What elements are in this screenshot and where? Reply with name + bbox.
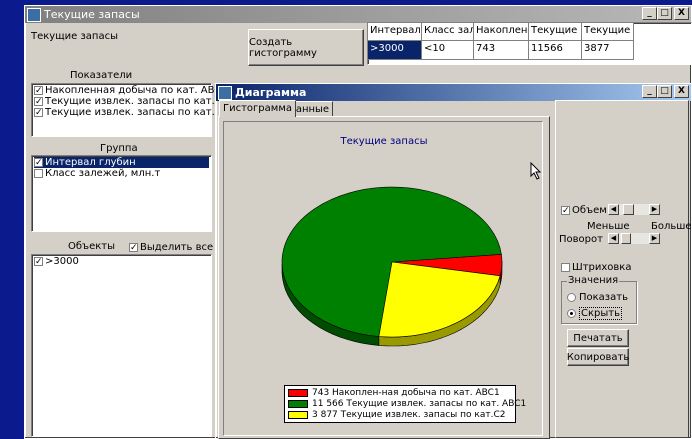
rotation-slider-thumb[interactable] [621,233,631,244]
legend-entry: 743 Накоплен-ная добыча по кат. ABC1 [288,387,512,398]
diagram-window-title: Диаграмма [235,86,307,99]
legend-label: 3 877 Текущие извлек. запасы по кат.C2 [312,409,506,420]
rotation-label: Поворот [559,234,603,245]
grid-cell[interactable]: 743 [474,41,529,60]
grid-cell[interactable]: 11566 [529,41,582,60]
caption-label: Текущие запасы [31,31,118,42]
chart-legend: 743 Накоплен-ная добыча по кат. ABC1 11 5… [284,385,526,423]
hatching-label: Штриховка [572,262,632,273]
chart-panel: Текущие запасы 743 Накоплен-ная добыча п… [218,116,550,439]
mouse-cursor-icon [530,162,542,180]
group-label: Группа [100,143,138,154]
hatching-check-icon [561,263,570,272]
group-list[interactable]: Интервал глубинКласс залежей, млн.т [31,155,212,232]
diagram-maximize-button[interactable]: □ [657,85,672,98]
legend-entry: 3 877 Текущие извлек. запасы по кат.C2 [288,409,512,420]
volume-slider[interactable]: ◀ ▶ [608,204,660,215]
minimize-button[interactable]: _ [642,7,657,20]
legend-label: 11 566 Текущие извлек. запасы по кат. AB… [312,398,527,409]
group-check-icon[interactable] [34,158,43,167]
maximize-button[interactable]: □ [657,7,672,20]
indicators-label: Показатели [70,70,133,81]
volume-left-arrow-icon[interactable]: ◀ [608,204,619,215]
grid-header-cell[interactable]: Накоплен-на [474,23,529,41]
create-histogram-button[interactable]: Создать гистограмму [248,29,364,66]
grid-header-cell[interactable]: Текущие изв [529,23,582,41]
volume-label: Объем [572,205,607,216]
more-label: Больше [651,221,692,232]
hide-label: Скрыть [579,307,622,320]
show-radio[interactable]: Показать [567,292,628,303]
legend-entry: 11 566 Текущие извлек. запасы по кат. AB… [288,398,526,409]
group-item-label: Класс залежей, млн.т [45,168,161,179]
main-window-title: Текущие запасы [44,8,140,21]
select-all-checkbox[interactable]: Выделить все [129,242,213,253]
object-check-icon[interactable] [34,257,43,266]
rotation-left-arrow-icon[interactable]: ◀ [608,233,619,244]
indicator-check-icon[interactable] [34,97,43,106]
diagram-window-titlebar[interactable]: Диаграмма _ □ X [216,84,691,101]
group-item[interactable]: Интервал глубин [34,157,209,168]
hide-radio-icon [567,309,576,318]
group-check-icon[interactable] [34,169,43,178]
indicator-item[interactable]: Текущие извлек. запасы по кат. ABC1 [34,96,245,107]
legend-swatch [288,399,308,408]
legend-label: 743 Накоплен-ная добыча по кат. ABC1 [312,387,500,398]
legend-swatch [288,388,308,397]
volume-right-arrow-icon[interactable]: ▶ [649,204,660,215]
indicator-item-label: Текущие извлек. запасы по кат.C2 [45,107,229,118]
select-all-check-icon [129,243,138,252]
show-radio-icon [567,293,576,302]
indicator-check-icon[interactable] [34,108,43,117]
objects-list[interactable]: >3000 [31,254,212,437]
grid-header-cell[interactable]: Текущие изв [582,23,634,41]
main-window-titlebar[interactable]: Текущие запасы _ □ X [25,6,691,23]
diagram-close-button[interactable]: X [674,85,689,98]
diagram-minimize-button[interactable]: _ [642,85,657,98]
legend-swatch [288,410,308,419]
group-item[interactable]: Класс залежей, млн.т [34,168,209,179]
data-grid[interactable]: Интервал глКласс залежНакоплен-наТекущие… [367,22,692,65]
volume-slider-thumb[interactable] [623,204,634,215]
chart-area: Текущие запасы 743 Накоплен-ная добыча п… [223,121,543,436]
volume-checkbox[interactable]: Объем [561,205,607,216]
objects-label: Объекты [68,241,116,252]
indicator-item-label: Накопленная добыча по кат. ABC1 [45,85,228,96]
object-item[interactable]: >3000 [34,256,209,267]
rotation-slider[interactable]: ◀ ▶ [608,233,660,244]
indicators-list[interactable]: Накопленная добыча по кат. ABC1Текущие и… [31,83,245,137]
hatching-checkbox[interactable]: Штриховка [561,262,631,273]
less-label: Меньше [587,221,630,232]
copy-button[interactable]: Копировать [567,348,629,366]
grid-cell[interactable]: <10 [422,41,474,60]
hide-radio[interactable]: Скрыть [567,307,622,320]
diagram-app-icon [218,85,232,100]
grid-cell[interactable]: >3000 [368,41,422,60]
tab-histogram[interactable]: Гистограмма [219,100,296,117]
values-group-label: Значения [567,275,620,286]
pie-slice [378,261,501,338]
select-all-label: Выделить все [140,242,214,253]
indicator-item[interactable]: Накопленная добыча по кат. ABC1 [34,85,228,96]
app-icon [27,7,41,22]
group-item-label: Интервал глубин [45,157,136,168]
rotation-right-arrow-icon[interactable]: ▶ [649,233,660,244]
close-button[interactable]: X [674,7,689,20]
grid-header-cell[interactable]: Класс залеж [422,23,474,41]
object-item-label: >3000 [45,256,79,267]
volume-check-icon [561,206,570,215]
show-label: Показать [579,292,628,303]
print-button[interactable]: Печатать [567,329,629,347]
indicator-check-icon[interactable] [34,86,43,95]
grid-cell[interactable]: 3877 [582,41,634,60]
grid-header-cell[interactable]: Интервал гл [368,23,422,41]
values-groupbox: Значения Показать Скрыть [561,275,637,324]
indicator-item[interactable]: Текущие извлек. запасы по кат.C2 [34,107,228,118]
